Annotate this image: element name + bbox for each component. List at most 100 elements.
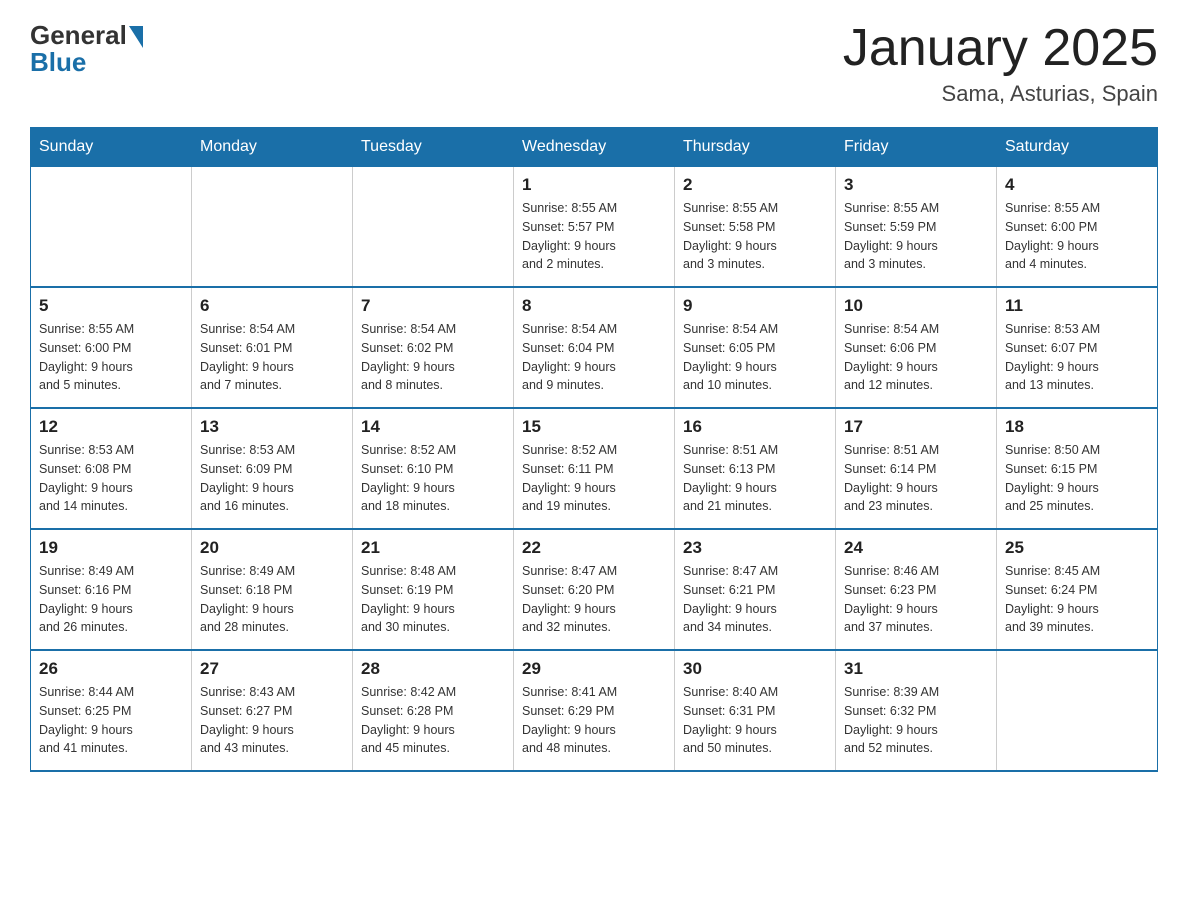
day-info: Sunrise: 8:47 AM Sunset: 6:20 PM Dayligh… [522,562,666,637]
day-number: 1 [522,175,666,195]
day-info: Sunrise: 8:55 AM Sunset: 6:00 PM Dayligh… [1005,199,1149,274]
calendar-header-friday: Friday [836,128,997,167]
calendar-week-row: 5 Sunrise: 8:55 AM Sunset: 6:00 PM Daylig… [31,287,1158,408]
day-number: 22 [522,538,666,558]
calendar-header-tuesday: Tuesday [353,128,514,167]
day-number: 7 [361,296,505,316]
calendar-cell: 24Sunrise: 8:46 AM Sunset: 6:23 PM Dayli… [836,529,997,650]
day-info: Sunrise: 8:55 AM Sunset: 5:57 PM Dayligh… [522,199,666,274]
day-info: Sunrise: 8:54 AM Sunset: 6:06 PM Dayligh… [844,320,988,395]
day-info: Sunrise: 8:54 AM Sunset: 6:01 PM Dayligh… [200,320,344,395]
day-number: 11 [1005,296,1149,316]
logo: General Blue [30,20,143,78]
calendar-header-thursday: Thursday [675,128,836,167]
logo-blue-text: Blue [30,47,86,78]
logo-triangle-icon [129,26,143,48]
calendar-cell: 21 Sunrise: 8:48 AM Sunset: 6:19 PM Dayli… [353,529,514,650]
day-number: 12 [39,417,183,437]
calendar-cell: 5 Sunrise: 8:55 AM Sunset: 6:00 PM Daylig… [31,287,192,408]
day-number: 26 [39,659,183,679]
day-info: Sunrise: 8:53 AM Sunset: 6:08 PM Dayligh… [39,441,183,516]
calendar-cell: 11 Sunrise: 8:53 AM Sunset: 6:07 PM Dayli… [997,287,1158,408]
day-info: Sunrise: 8:45 AM Sunset: 6:24 PM Dayligh… [1005,562,1149,637]
calendar-week-row: 26 Sunrise: 8:44 AM Sunset: 6:25 PM Dayli… [31,650,1158,771]
day-info: Sunrise: 8:49 AM Sunset: 6:18 PM Dayligh… [200,562,344,637]
calendar-header-saturday: Saturday [997,128,1158,167]
calendar-cell: 9 Sunrise: 8:54 AM Sunset: 6:05 PM Daylig… [675,287,836,408]
calendar-cell: 26 Sunrise: 8:44 AM Sunset: 6:25 PM Dayli… [31,650,192,771]
day-info: Sunrise: 8:55 AM Sunset: 6:00 PM Dayligh… [39,320,183,395]
day-info: Sunrise: 8:52 AM Sunset: 6:10 PM Dayligh… [361,441,505,516]
calendar-cell: 30 Sunrise: 8:40 AM Sunset: 6:31 PM Dayli… [675,650,836,771]
calendar-cell: 29 Sunrise: 8:41 AM Sunset: 6:29 PM Dayli… [514,650,675,771]
calendar-cell [31,167,192,288]
day-number: 6 [200,296,344,316]
day-info: Sunrise: 8:44 AM Sunset: 6:25 PM Dayligh… [39,683,183,758]
calendar-cell: 17 Sunrise: 8:51 AM Sunset: 6:14 PM Dayli… [836,408,997,529]
day-number: 16 [683,417,827,437]
day-info: Sunrise: 8:40 AM Sunset: 6:31 PM Dayligh… [683,683,827,758]
calendar-cell [353,167,514,288]
calendar-week-row: 1 Sunrise: 8:55 AM Sunset: 5:57 PM Daylig… [31,167,1158,288]
calendar-cell [192,167,353,288]
day-info: Sunrise: 8:54 AM Sunset: 6:04 PM Dayligh… [522,320,666,395]
calendar-week-row: 12 Sunrise: 8:53 AM Sunset: 6:08 PM Dayli… [31,408,1158,529]
day-number: 4 [1005,175,1149,195]
day-number: 27 [200,659,344,679]
day-number: 2 [683,175,827,195]
calendar-cell: 7Sunrise: 8:54 AM Sunset: 6:02 PM Daylig… [353,287,514,408]
calendar-week-row: 19 Sunrise: 8:49 AM Sunset: 6:16 PM Dayli… [31,529,1158,650]
day-info: Sunrise: 8:47 AM Sunset: 6:21 PM Dayligh… [683,562,827,637]
day-info: Sunrise: 8:46 AM Sunset: 6:23 PM Dayligh… [844,562,988,637]
day-info: Sunrise: 8:51 AM Sunset: 6:13 PM Dayligh… [683,441,827,516]
calendar-cell: 20Sunrise: 8:49 AM Sunset: 6:18 PM Dayli… [192,529,353,650]
calendar-cell: 4 Sunrise: 8:55 AM Sunset: 6:00 PM Daylig… [997,167,1158,288]
day-info: Sunrise: 8:48 AM Sunset: 6:19 PM Dayligh… [361,562,505,637]
day-info: Sunrise: 8:41 AM Sunset: 6:29 PM Dayligh… [522,683,666,758]
day-info: Sunrise: 8:53 AM Sunset: 6:07 PM Dayligh… [1005,320,1149,395]
calendar-cell: 15 Sunrise: 8:52 AM Sunset: 6:11 PM Dayli… [514,408,675,529]
calendar-cell: 2 Sunrise: 8:55 AM Sunset: 5:58 PM Daylig… [675,167,836,288]
day-number: 29 [522,659,666,679]
calendar-cell: 10Sunrise: 8:54 AM Sunset: 6:06 PM Dayli… [836,287,997,408]
day-number: 31 [844,659,988,679]
day-number: 19 [39,538,183,558]
day-number: 13 [200,417,344,437]
calendar-cell: 18Sunrise: 8:50 AM Sunset: 6:15 PM Dayli… [997,408,1158,529]
calendar-header-row: SundayMondayTuesdayWednesdayThursdayFrid… [31,128,1158,167]
day-number: 21 [361,538,505,558]
calendar-header-monday: Monday [192,128,353,167]
calendar-cell: 12 Sunrise: 8:53 AM Sunset: 6:08 PM Dayli… [31,408,192,529]
calendar-cell: 28Sunrise: 8:42 AM Sunset: 6:28 PM Dayli… [353,650,514,771]
day-info: Sunrise: 8:49 AM Sunset: 6:16 PM Dayligh… [39,562,183,637]
day-info: Sunrise: 8:50 AM Sunset: 6:15 PM Dayligh… [1005,441,1149,516]
day-number: 3 [844,175,988,195]
day-number: 14 [361,417,505,437]
day-number: 8 [522,296,666,316]
day-number: 5 [39,296,183,316]
day-info: Sunrise: 8:54 AM Sunset: 6:05 PM Dayligh… [683,320,827,395]
calendar-cell: 27Sunrise: 8:43 AM Sunset: 6:27 PM Dayli… [192,650,353,771]
calendar-cell: 14 Sunrise: 8:52 AM Sunset: 6:10 PM Dayli… [353,408,514,529]
calendar-cell: 8 Sunrise: 8:54 AM Sunset: 6:04 PM Daylig… [514,287,675,408]
day-number: 30 [683,659,827,679]
day-info: Sunrise: 8:53 AM Sunset: 6:09 PM Dayligh… [200,441,344,516]
day-number: 17 [844,417,988,437]
calendar-table: SundayMondayTuesdayWednesdayThursdayFrid… [30,127,1158,772]
calendar-cell: 25 Sunrise: 8:45 AM Sunset: 6:24 PM Dayli… [997,529,1158,650]
day-info: Sunrise: 8:55 AM Sunset: 5:58 PM Dayligh… [683,199,827,274]
day-number: 15 [522,417,666,437]
day-number: 9 [683,296,827,316]
day-number: 25 [1005,538,1149,558]
day-info: Sunrise: 8:52 AM Sunset: 6:11 PM Dayligh… [522,441,666,516]
location-title: Sama, Asturias, Spain [843,81,1158,107]
calendar-cell: 6 Sunrise: 8:54 AM Sunset: 6:01 PM Daylig… [192,287,353,408]
calendar-cell: 23Sunrise: 8:47 AM Sunset: 6:21 PM Dayli… [675,529,836,650]
calendar-cell: 3 Sunrise: 8:55 AM Sunset: 5:59 PM Daylig… [836,167,997,288]
calendar-cell: 19 Sunrise: 8:49 AM Sunset: 6:16 PM Dayli… [31,529,192,650]
month-title: January 2025 [843,20,1158,77]
day-info: Sunrise: 8:55 AM Sunset: 5:59 PM Dayligh… [844,199,988,274]
calendar-cell: 31 Sunrise: 8:39 AM Sunset: 6:32 PM Dayli… [836,650,997,771]
day-info: Sunrise: 8:39 AM Sunset: 6:32 PM Dayligh… [844,683,988,758]
day-info: Sunrise: 8:51 AM Sunset: 6:14 PM Dayligh… [844,441,988,516]
